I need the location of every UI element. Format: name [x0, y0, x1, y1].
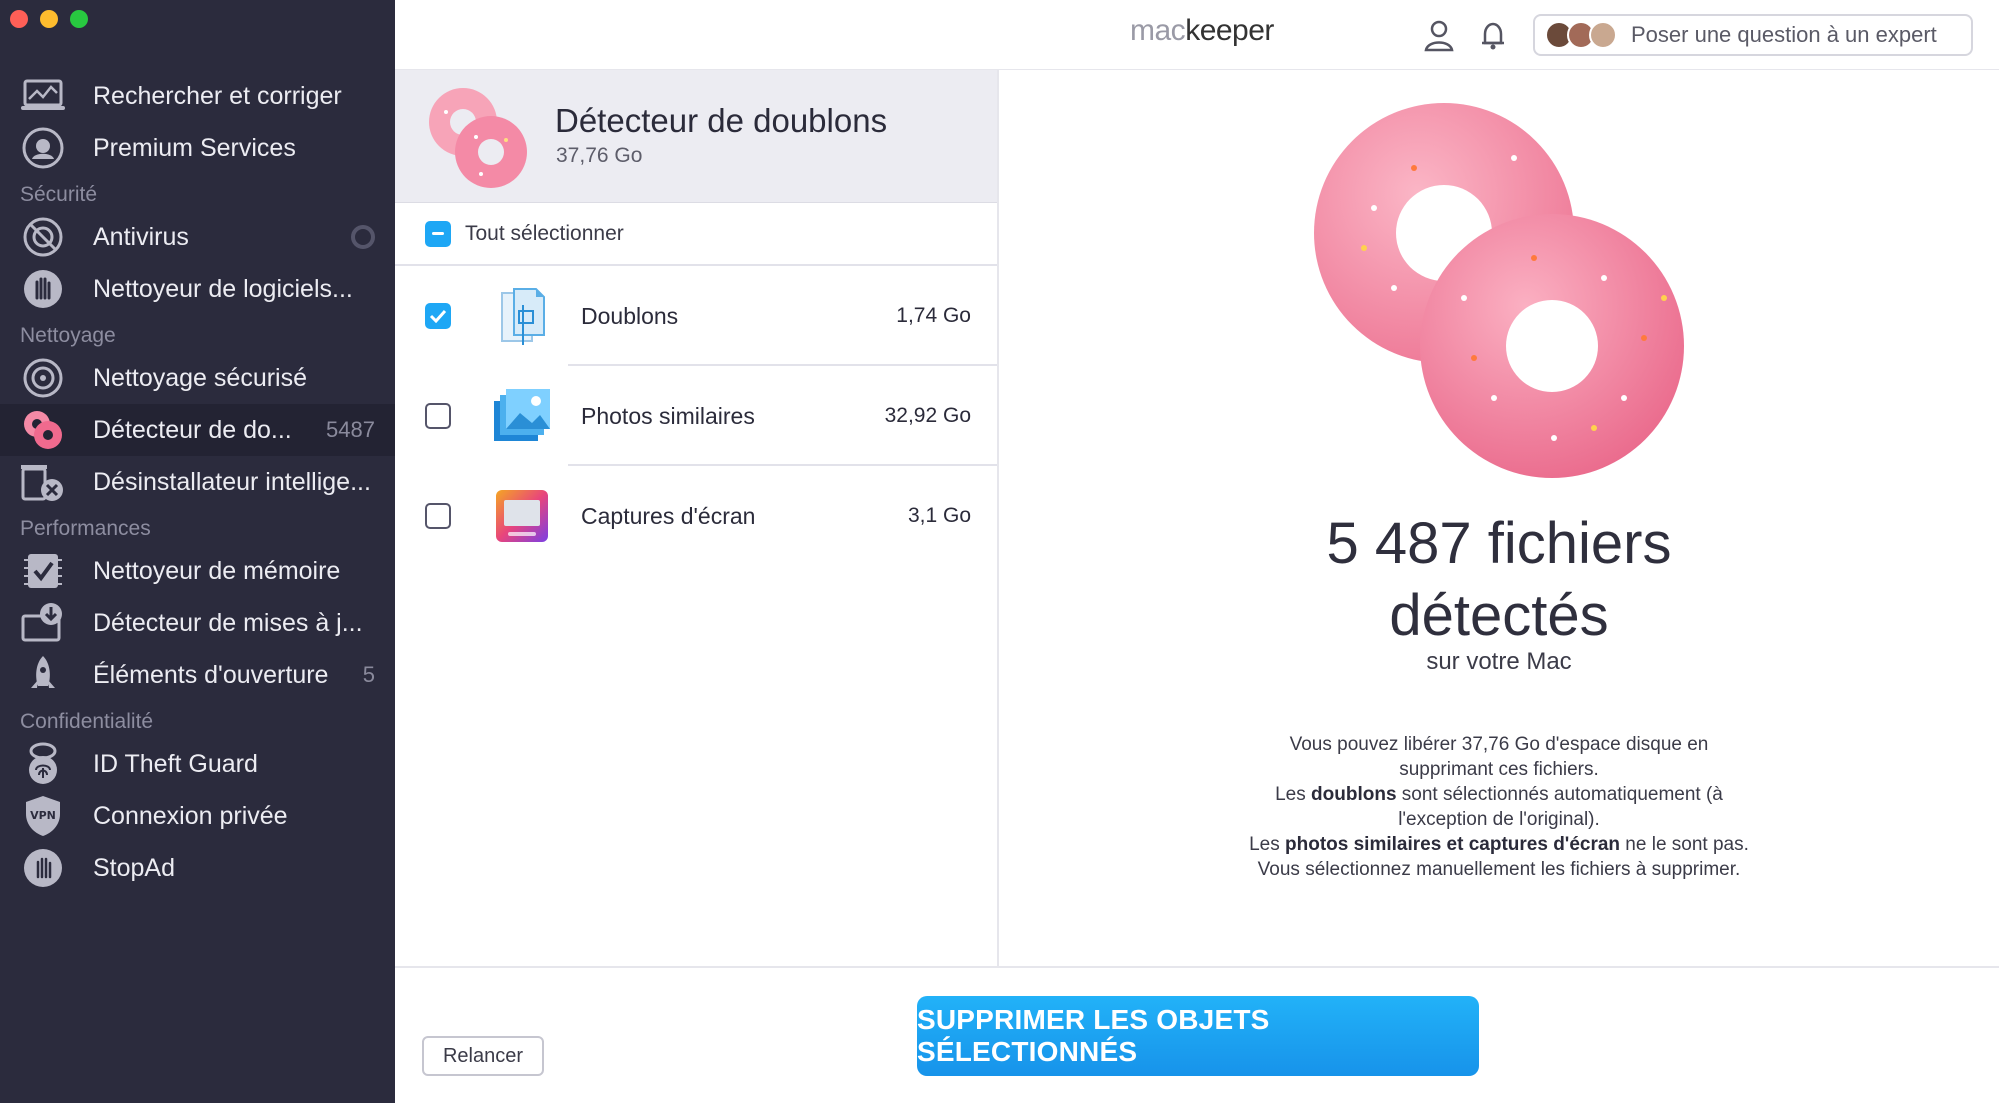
close-window-button[interactable]: [10, 10, 28, 28]
sidebar-item-label: StopAd: [93, 853, 176, 882]
sidebar-item-nettoyeur-memoire[interactable]: Nettoyeur de mémoire: [0, 545, 395, 597]
sidebar-item-label: Détecteur de mises à j...: [93, 608, 363, 637]
category-label: Doublons: [581, 302, 679, 329]
notifications-bell-icon[interactable]: [1476, 18, 1510, 52]
category-row-photos-similaires[interactable]: Photos similaires 32,92 Go: [395, 366, 997, 466]
total-size: 37,76 Go: [556, 144, 643, 167]
avatar: [1589, 21, 1617, 49]
on-your-mac-label: sur votre Mac: [1426, 648, 1572, 675]
account-icon[interactable]: [1422, 18, 1456, 52]
category-size: 32,92 Go: [884, 404, 971, 427]
photos-similaires-checkbox[interactable]: [425, 403, 451, 429]
sidebar-item-connexion-privee[interactable]: VPN Connexion privée: [0, 790, 395, 842]
antivirus-status-toggle[interactable]: [351, 225, 375, 249]
app-logo: mackeeper: [1130, 14, 1274, 47]
footer-bar: Relancer SUPPRIMER LES OBJETS SÉLECTIONN…: [395, 966, 1999, 1103]
fingerprint-icon: [20, 741, 66, 787]
sidebar-item-label: Éléments d'ouverture: [93, 660, 329, 689]
update-icon: [20, 600, 66, 646]
duplicates-category-panel: Détecteur de doublons 37,76 Go Tout séle…: [395, 70, 999, 966]
top-bar: mackeeper Poser une question à un expert: [395, 0, 1999, 70]
screenshot-icon: [491, 485, 553, 547]
sidebar-item-label: Rechercher et corriger: [93, 81, 342, 110]
select-all-label: Tout sélectionner: [465, 221, 624, 245]
sidebar: Rechercher et corriger Premium Services …: [0, 0, 395, 1103]
sidebar-item-label: Désinstallateur intellige...: [93, 467, 371, 496]
sidebar-item-id-theft-guard[interactable]: ID Theft Guard: [0, 738, 395, 790]
sidebar-section-securite: Sécurité: [20, 183, 98, 206]
description-line: Les doublons sont sélectionnés automatiq…: [1275, 784, 1723, 830]
donuts-illustration: [1304, 98, 1694, 478]
sidebar-item-desinstallateur[interactable]: Désinstallateur intellige...: [0, 456, 395, 508]
sidebar-item-label: Détecteur de do...: [93, 415, 292, 444]
similar-photos-icon: [491, 385, 553, 447]
sidebar-item-badge: 5: [362, 662, 375, 687]
sidebar-item-detecteur-doublons[interactable]: Détecteur de do... 5487: [0, 404, 395, 456]
category-row-doublons[interactable]: Doublons 1,74 Go: [395, 266, 997, 366]
minimize-window-button[interactable]: [40, 10, 58, 28]
description-text: Vous pouvez libérer 37,76 Go d'espace di…: [1249, 732, 1749, 882]
vpn-shield-icon: VPN: [20, 793, 66, 839]
rescan-button[interactable]: Relancer: [422, 1036, 544, 1076]
ask-expert-button[interactable]: Poser une question à un expert: [1533, 14, 1973, 56]
zoom-window-button[interactable]: [70, 10, 88, 28]
sidebar-item-badge: 5487: [326, 417, 375, 442]
headset-icon: [20, 125, 66, 171]
donut-icon: [421, 82, 533, 194]
memory-icon: [20, 548, 66, 594]
panel-header: Détecteur de doublons 37,76 Go: [395, 70, 997, 203]
svg-text:VPN: VPN: [30, 809, 56, 822]
ask-expert-label: Poser une question à un expert: [1631, 22, 1937, 47]
donut-icon: [20, 407, 66, 453]
sidebar-item-label: Connexion privée: [93, 801, 288, 830]
sidebar-item-label: Premium Services: [93, 133, 296, 162]
sidebar-item-antivirus[interactable]: Antivirus: [0, 211, 395, 263]
files-detected-count: 5 487 fichiers: [1326, 511, 1672, 576]
doublons-checkbox[interactable]: [425, 303, 451, 329]
duplicate-files-icon: [491, 285, 553, 347]
description-line: Vous pouvez libérer 37,76 Go d'espace di…: [1289, 734, 1709, 780]
sidebar-item-detecteur-mises-a-jour[interactable]: Détecteur de mises à j...: [0, 597, 395, 649]
sidebar-item-stopad[interactable]: StopAd: [0, 842, 395, 894]
category-size: 1,74 Go: [896, 304, 971, 327]
delete-selected-button[interactable]: SUPPRIMER LES OBJETS SÉLECTIONNÉS: [917, 996, 1479, 1076]
sidebar-item-elements-ouverture[interactable]: Éléments d'ouverture 5: [0, 649, 395, 701]
category-label: Captures d'écran: [581, 502, 756, 529]
sidebar-item-rechercher[interactable]: Rechercher et corriger: [0, 70, 395, 122]
rocket-icon: [20, 652, 66, 698]
expert-avatars: [1545, 21, 1617, 49]
sidebar-section-confidentialite: Confidentialité: [20, 710, 154, 733]
antivirus-icon: [20, 214, 66, 260]
select-all-row[interactable]: Tout sélectionner: [395, 203, 997, 266]
sidebar-nav: Rechercher et corriger Premium Services …: [0, 70, 395, 894]
sidebar-item-premium-services[interactable]: Premium Services: [0, 122, 395, 174]
uninstall-icon: [20, 459, 66, 505]
sidebar-item-label: ID Theft Guard: [93, 749, 258, 778]
category-label: Photos similaires: [581, 402, 755, 429]
laptop-scan-icon: [20, 73, 66, 119]
category-size: 3,1 Go: [907, 504, 971, 527]
sidebar-item-label: Nettoyage sécurisé: [93, 363, 308, 392]
category-row-captures-ecran[interactable]: Captures d'écran 3,1 Go: [395, 466, 997, 566]
select-all-checkbox[interactable]: [425, 220, 451, 247]
window-controls: [10, 10, 88, 28]
stopad-hand-icon: [20, 845, 66, 891]
captures-ecran-checkbox[interactable]: [425, 503, 451, 529]
disk-clean-icon: [20, 355, 66, 401]
page-title: Détecteur de doublons: [555, 102, 888, 139]
sidebar-item-nettoyeur-logiciels[interactable]: Nettoyeur de logiciels...: [0, 263, 395, 315]
description-line: Les photos similaires et captures d'écra…: [1249, 834, 1749, 880]
sidebar-item-label: Nettoyeur de logiciels...: [93, 274, 353, 303]
sidebar-item-label: Nettoyeur de mémoire: [93, 556, 341, 585]
summary-panel: 5 487 fichiers détectés sur votre Mac Vo…: [999, 70, 1999, 966]
hand-stop-icon: [20, 266, 66, 312]
sidebar-item-nettoyage-securise[interactable]: Nettoyage sécurisé: [0, 352, 395, 404]
sidebar-section-performances: Performances: [20, 517, 151, 540]
sidebar-section-nettoyage: Nettoyage: [20, 324, 116, 347]
files-detected-label: détectés: [1389, 583, 1609, 648]
sidebar-item-label: Antivirus: [93, 222, 189, 251]
